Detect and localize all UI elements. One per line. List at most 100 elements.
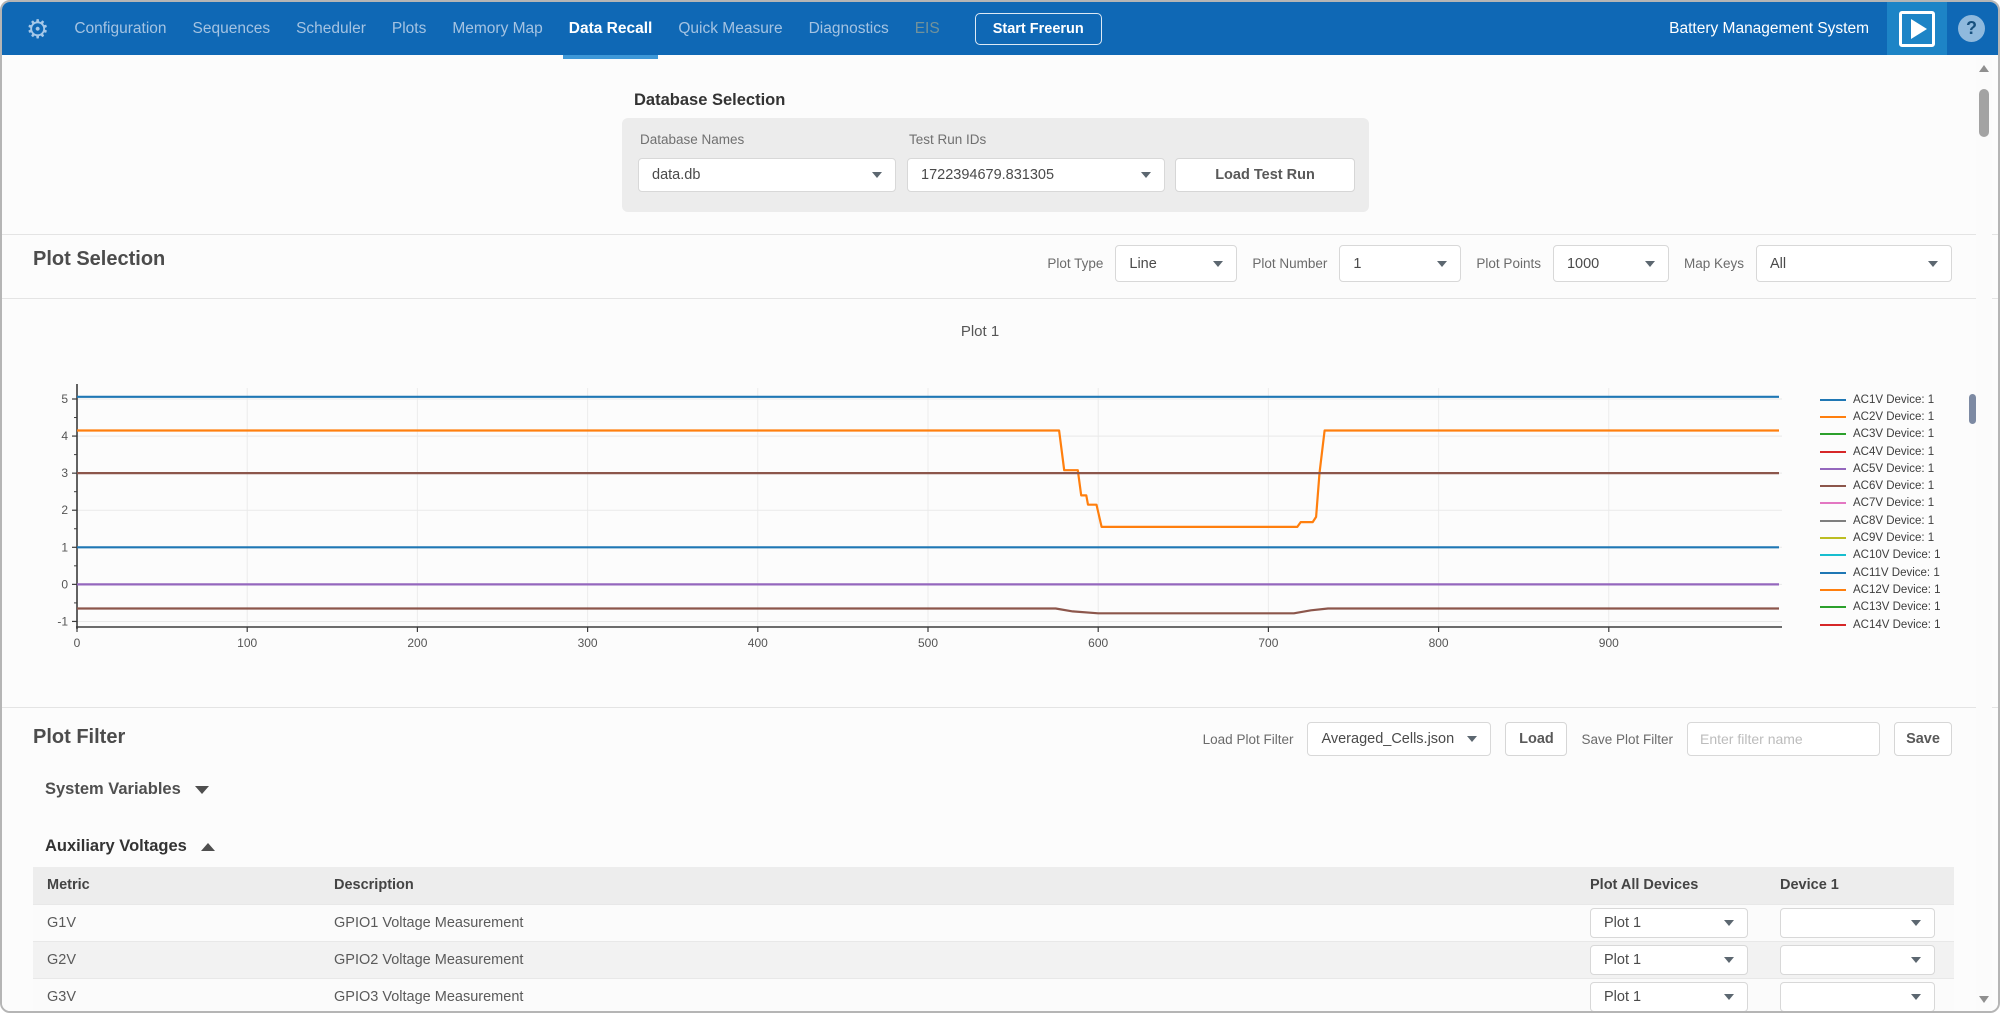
auxiliary-voltages-section-toggle[interactable]: Auxiliary Voltages xyxy=(45,837,215,856)
legend-item-ac12v-device-1[interactable]: AC12V Device: 1 xyxy=(1820,581,1941,598)
load-plot-filter-dropdown[interactable]: Averaged_Cells.json xyxy=(1307,722,1491,756)
control-group-plot-type: Plot TypeLine xyxy=(1047,245,1237,282)
description-cell: GPIO2 Voltage Measurement xyxy=(320,941,1587,978)
navbar-right: Battery Management System ? xyxy=(1669,2,1998,55)
legend-line-swatch xyxy=(1820,606,1846,608)
plot-points-label: Plot Points xyxy=(1476,256,1541,271)
legend-line-swatch xyxy=(1820,520,1846,522)
caret-down-icon xyxy=(1724,920,1734,926)
app-brand-title: Battery Management System xyxy=(1669,20,1869,38)
plot-all-devices-dropdown-g3v[interactable]: Plot 1 xyxy=(1590,982,1748,1012)
device-1-cell xyxy=(1777,904,1954,941)
save-filter-button[interactable]: Save xyxy=(1894,722,1952,756)
legend-label: AC6V Device: 1 xyxy=(1853,480,1934,492)
svg-text:200: 200 xyxy=(407,636,427,650)
database-names-value: data.db xyxy=(652,167,700,183)
legend-label: AC2V Device: 1 xyxy=(1853,411,1934,423)
nav-item-eis[interactable]: EIS xyxy=(902,20,953,38)
description-cell: GPIO3 Voltage Measurement xyxy=(320,978,1587,1013)
legend-item-ac9v-device-1[interactable]: AC9V Device: 1 xyxy=(1820,529,1941,546)
help-icon[interactable]: ? xyxy=(1958,15,1985,42)
scroll-down-icon[interactable] xyxy=(1979,996,1989,1003)
map-keys-dropdown-value: All xyxy=(1770,256,1786,272)
device-1-dropdown-g2v[interactable] xyxy=(1780,945,1935,975)
page-scrollbar[interactable] xyxy=(1976,57,1992,1011)
legend-item-ac14v-device-1[interactable]: AC14V Device: 1 xyxy=(1820,616,1941,633)
legend-line-swatch xyxy=(1820,554,1846,556)
scroll-up-icon[interactable] xyxy=(1979,65,1989,72)
plot-type-dropdown[interactable]: Line xyxy=(1115,245,1237,282)
caret-down-icon xyxy=(1141,172,1151,178)
legend-item-ac1v-device-1[interactable]: AC1V Device: 1 xyxy=(1820,391,1941,408)
plot-points-dropdown[interactable]: 1000 xyxy=(1553,245,1669,282)
divider xyxy=(2,234,1998,235)
caret-down-icon xyxy=(1911,920,1921,926)
legend-item-ac2v-device-1[interactable]: AC2V Device: 1 xyxy=(1820,408,1941,425)
legend-label: AC9V Device: 1 xyxy=(1853,532,1934,544)
legend-line-swatch xyxy=(1820,399,1846,401)
main-content: Database Selection Database Names Test R… xyxy=(2,55,1998,1013)
table-header-row: MetricDescriptionPlot All DevicesDevice … xyxy=(33,867,1954,904)
plot-all-devices-dropdown-g1v[interactable]: Plot 1 xyxy=(1590,908,1748,938)
legend-line-swatch xyxy=(1820,572,1846,574)
page-scrollbar-thumb[interactable] xyxy=(1979,89,1989,137)
chevron-up-icon xyxy=(201,843,215,851)
filter-name-input[interactable] xyxy=(1687,722,1880,756)
nav-item-plots[interactable]: Plots xyxy=(379,20,439,38)
legend-item-ac4v-device-1[interactable]: AC4V Device: 1 xyxy=(1820,443,1941,460)
database-names-dropdown[interactable]: data.db xyxy=(638,158,896,192)
legend-line-swatch xyxy=(1820,624,1846,626)
plot-all-devices-dropdown-g3v-value: Plot 1 xyxy=(1604,989,1641,1005)
legend-item-ac13v-device-1[interactable]: AC13V Device: 1 xyxy=(1820,599,1941,616)
plot-filter-controls: Load Plot Filter Averaged_Cells.json Loa… xyxy=(1203,722,1952,756)
legend-item-ac8v-device-1[interactable]: AC8V Device: 1 xyxy=(1820,512,1941,529)
plot-points-dropdown-value: 1000 xyxy=(1567,256,1599,272)
legend-item-ac11v-device-1[interactable]: AC11V Device: 1 xyxy=(1820,564,1941,581)
load-filter-button[interactable]: Load xyxy=(1505,722,1567,756)
map-keys-label: Map Keys xyxy=(1684,256,1744,271)
legend-line-swatch xyxy=(1820,433,1846,435)
load-plot-filter-value: Averaged_Cells.json xyxy=(1321,731,1454,747)
gear-icon[interactable]: ⚙ xyxy=(26,16,49,42)
nav-item-diagnostics[interactable]: Diagnostics xyxy=(796,20,902,38)
nav-item-quick-measure[interactable]: Quick Measure xyxy=(665,20,795,38)
nav-item-sequences[interactable]: Sequences xyxy=(180,20,284,38)
plot-all-devices-dropdown-g2v[interactable]: Plot 1 xyxy=(1590,945,1748,975)
map-keys-dropdown[interactable]: All xyxy=(1756,245,1952,282)
nav-item-configuration[interactable]: Configuration xyxy=(61,20,179,38)
app-window: ⚙ ConfigurationSequencesSchedulerPlotsMe… xyxy=(0,0,2000,1013)
plot-number-dropdown[interactable]: 1 xyxy=(1339,245,1461,282)
start-freerun-button[interactable]: Start Freerun xyxy=(975,13,1102,45)
legend-item-ac7v-device-1[interactable]: AC7V Device: 1 xyxy=(1820,495,1941,512)
device-1-dropdown-g1v[interactable] xyxy=(1780,908,1935,938)
legend-item-ac3v-device-1[interactable]: AC3V Device: 1 xyxy=(1820,426,1941,443)
nav-item-scheduler[interactable]: Scheduler xyxy=(283,20,379,38)
auxiliary-voltages-title: Auxiliary Voltages xyxy=(45,837,187,856)
nav-item-data-recall[interactable]: Data Recall xyxy=(556,20,666,38)
system-variables-section-toggle[interactable]: System Variables xyxy=(45,780,209,799)
svg-text:2: 2 xyxy=(61,503,68,517)
caret-down-icon xyxy=(1928,261,1938,267)
device-1-dropdown-g3v[interactable] xyxy=(1780,982,1935,1012)
run-button[interactable] xyxy=(1887,2,1947,55)
content-scrollbar-thumb[interactable] xyxy=(1969,394,1976,424)
test-run-ids-dropdown[interactable]: 1722394679.831305 xyxy=(907,158,1165,192)
svg-text:4: 4 xyxy=(61,429,68,443)
caret-down-icon xyxy=(1911,957,1921,963)
legend-label: AC13V Device: 1 xyxy=(1853,601,1941,613)
caret-down-icon xyxy=(872,172,882,178)
legend-line-swatch xyxy=(1820,468,1846,470)
load-plot-filter-label: Load Plot Filter xyxy=(1203,732,1294,747)
load-test-run-button[interactable]: Load Test Run xyxy=(1175,158,1355,192)
legend-item-ac10v-device-1[interactable]: AC10V Device: 1 xyxy=(1820,547,1941,564)
svg-text:500: 500 xyxy=(918,636,938,650)
nav-item-memory-map[interactable]: Memory Map xyxy=(439,20,555,38)
metric-cell: G1V xyxy=(33,904,320,941)
caret-down-icon xyxy=(1467,736,1477,742)
legend-item-ac5v-device-1[interactable]: AC5V Device: 1 xyxy=(1820,460,1941,477)
nav-items: ConfigurationSequencesSchedulerPlotsMemo… xyxy=(61,20,952,38)
legend-item-ac6v-device-1[interactable]: AC6V Device: 1 xyxy=(1820,477,1941,494)
device-1-cell xyxy=(1777,941,1954,978)
caret-down-icon xyxy=(1724,994,1734,1000)
plot-all-devices-cell: Plot 1 xyxy=(1587,978,1777,1013)
